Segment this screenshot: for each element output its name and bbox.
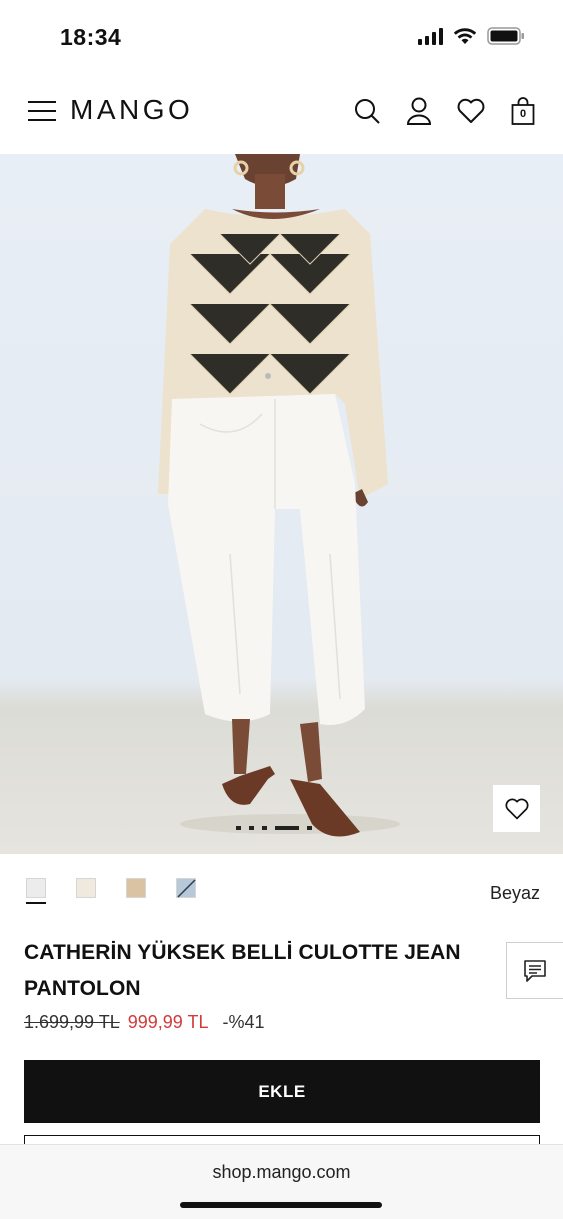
discount-badge: -%41 <box>222 1012 265 1032</box>
model-photo <box>158 154 400 837</box>
comment-icon <box>524 959 546 982</box>
cart-button[interactable]: 0 <box>508 96 538 126</box>
wifi-icon <box>453 28 477 44</box>
carousel-dot[interactable] <box>249 826 254 830</box>
product-details-button[interactable] <box>506 942 563 999</box>
sale-price: 999,99 TL <box>127 1012 209 1032</box>
status-bar: 18:34 <box>0 0 563 76</box>
cellular-signal-icon <box>418 27 443 45</box>
price-row: 1.699,99 TL 999,99 TL -%41 <box>24 1012 265 1033</box>
battery-icon <box>487 27 524 45</box>
product-image[interactable] <box>0 154 563 854</box>
carousel-dot[interactable] <box>307 826 312 830</box>
search-icon[interactable] <box>352 96 382 126</box>
status-icons <box>418 27 525 45</box>
color-swatch-white[interactable] <box>26 878 46 898</box>
home-indicator[interactable] <box>180 1202 382 1208</box>
browser-address-bar[interactable]: shop.mango.com <box>0 1144 563 1219</box>
site-header: MANGO 0 <box>0 76 563 154</box>
status-time: 18:34 <box>60 24 122 50</box>
product-title: CATHERİN YÜKSEK BELLİ CULOTTE JEAN PANTO… <box>24 941 461 1000</box>
carousel-dot-active[interactable] <box>275 826 299 830</box>
browser-url[interactable]: shop.mango.com <box>0 1162 563 1183</box>
menu-icon[interactable] <box>28 100 56 122</box>
wishlist-icon[interactable] <box>456 96 486 126</box>
add-to-cart-button[interactable]: EKLE <box>24 1060 540 1123</box>
brand-logo[interactable]: MANGO <box>70 94 193 126</box>
cart-count: 0 <box>519 108 527 120</box>
selected-color-name: Beyaz <box>489 883 540 903</box>
color-swatch-ecru[interactable] <box>76 878 96 898</box>
account-icon[interactable] <box>404 96 434 126</box>
original-price: 1.699,99 TL <box>24 1012 120 1032</box>
color-swatches <box>26 878 196 898</box>
add-to-wishlist-button[interactable] <box>493 785 540 832</box>
image-carousel-dots <box>236 826 312 830</box>
unavailable-slash-icon <box>177 879 196 898</box>
carousel-dot[interactable] <box>262 826 267 830</box>
heart-icon <box>504 798 529 819</box>
color-swatch-light-blue[interactable] <box>176 878 196 898</box>
carousel-dot[interactable] <box>236 826 241 830</box>
selected-swatch-indicator <box>26 902 46 904</box>
color-swatch-beige[interactable] <box>126 878 146 898</box>
